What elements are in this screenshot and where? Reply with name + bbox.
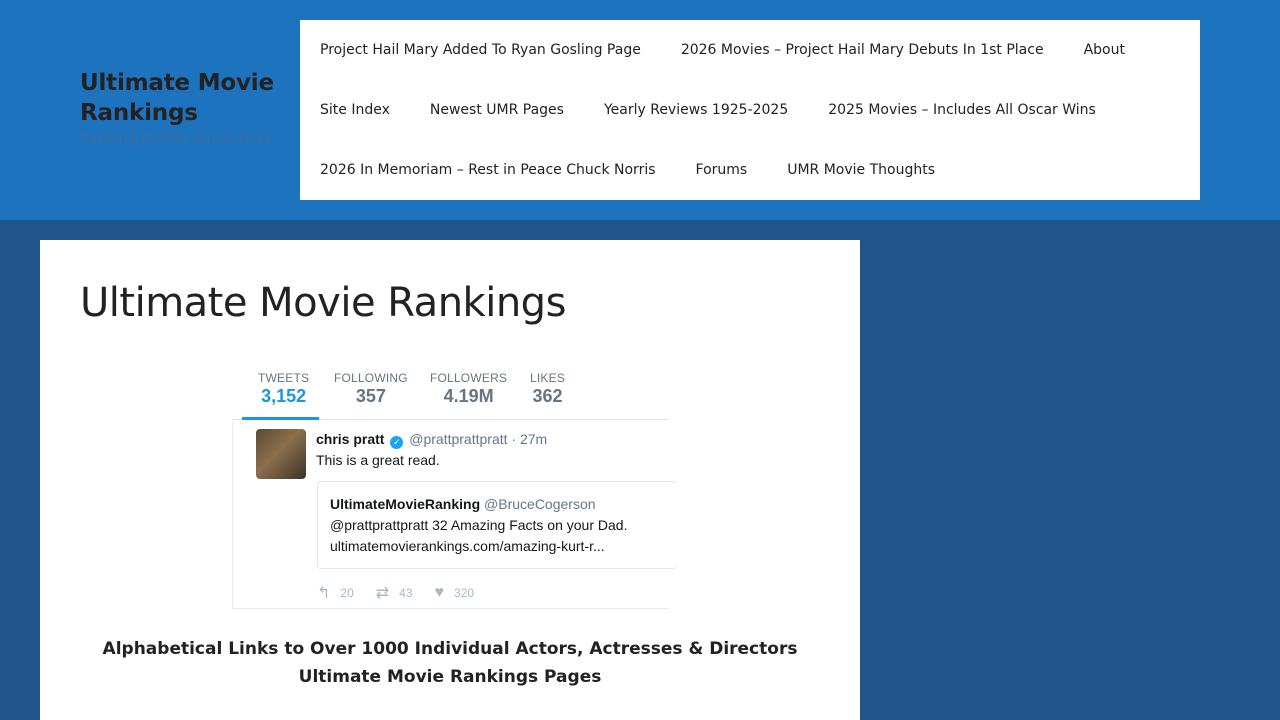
nav-item-newest-pages[interactable]: Newest UMR Pages: [430, 102, 564, 118]
verified-icon: ✓: [390, 436, 404, 449]
stat-following-label: FOLLOWING: [334, 371, 408, 385]
nav-item-yearly-reviews[interactable]: Yearly Reviews 1925-2025: [604, 102, 788, 118]
reply-count: 20: [340, 586, 354, 600]
quoted-author-name: UltimateMovieRanking: [330, 496, 481, 512]
retweet-count: 43: [399, 586, 413, 600]
quoted-tweet-header: UltimateMovieRanking @BruceCogerson: [330, 496, 596, 512]
nav-item-about[interactable]: About: [1084, 42, 1125, 58]
nav-item-site-index[interactable]: Site Index: [320, 102, 390, 118]
nav-item-in-memoriam[interactable]: 2026 In Memoriam – Rest in Peace Chuck N…: [320, 162, 656, 178]
quoted-tweet: UltimateMovieRanking @BruceCogerson @pra…: [317, 481, 677, 569]
quoted-author-handle: @BruceCogerson: [484, 496, 596, 512]
like-action: ♥ 320: [435, 583, 475, 603]
tweet-screenshot-image: TWEETS 3,152 FOLLOWING 357 FOLLOWERS 4.1…: [232, 365, 677, 610]
tweet-author-name: chris pratt: [316, 431, 385, 447]
site-header: Ultimate Movie Rankings Ranking Movies S…: [0, 0, 1280, 220]
stat-following: FOLLOWING 357: [334, 371, 408, 407]
retweet-action: ⇄ 43: [376, 583, 413, 603]
nav-row-1: Project Hail Mary Added To Ryan Gosling …: [300, 20, 1165, 80]
reply-icon: ↰: [317, 585, 331, 602]
tweet-header: chris pratt ✓ @prattprattpratt · 27m: [316, 431, 547, 449]
nav-item-2026-movies[interactable]: 2026 Movies – Project Hail Mary Debuts I…: [681, 42, 1044, 58]
heart-icon: ♥: [434, 584, 445, 601]
retweet-icon: ⇄: [375, 585, 390, 602]
stat-followers-label: FOLLOWERS: [430, 371, 508, 385]
nav-item-forums[interactable]: Forums: [696, 162, 748, 178]
stat-likes-value: 362: [532, 386, 563, 406]
tweet-text: This is a great read.: [316, 452, 440, 468]
nav-row-2: Site Index Newest UMR Pages Yearly Revie…: [300, 80, 1136, 140]
like-count: 320: [454, 586, 475, 600]
nav-item-2025-movies[interactable]: 2025 Movies – Includes All Oscar Wins: [828, 102, 1096, 118]
active-tab-underline: [242, 417, 319, 420]
site-title[interactable]: Ultimate Movie Rankings: [80, 68, 290, 128]
stat-tweets-label: TWEETS: [258, 371, 310, 385]
site-tagline: Ranking Movies Since 2011: [80, 131, 273, 147]
stat-likes-label: LIKES: [530, 371, 566, 385]
alphabetical-links-heading[interactable]: Alphabetical Links to Over 1000 Individu…: [80, 635, 820, 691]
page-title: Ultimate Movie Rankings: [80, 280, 566, 326]
avatar: [256, 429, 306, 479]
nav-item-project-hail-mary-gosling[interactable]: Project Hail Mary Added To Ryan Gosling …: [320, 42, 641, 58]
stat-followers: FOLLOWERS 4.19M: [430, 371, 507, 407]
stat-tweets-value: 3,152: [261, 386, 307, 406]
reply-action: ↰ 20: [317, 583, 354, 603]
twitter-stats-bar: TWEETS 3,152 FOLLOWING 357 FOLLOWERS 4.1…: [232, 365, 669, 420]
nav-item-movie-thoughts[interactable]: UMR Movie Thoughts: [787, 162, 935, 178]
quoted-tweet-text: @prattprattpratt 32 Amazing Facts on you…: [330, 517, 628, 533]
stat-following-value: 357: [355, 386, 386, 406]
stat-followers-value: 4.19M: [443, 386, 494, 406]
tweet-author-handle: @prattprattpratt · 27m: [409, 431, 548, 447]
tweet: chris pratt ✓ @prattprattpratt · 27m Thi…: [232, 421, 677, 609]
main-content: Ultimate Movie Rankings TWEETS 3,152 FOL…: [40, 240, 860, 720]
stat-tweets: TWEETS 3,152: [258, 371, 309, 407]
tweet-actions: ↰ 20 ⇄ 43 ♥ 320: [317, 583, 496, 603]
quoted-tweet-link: ultimatemovierankings.com/amazing-kurt-r…: [330, 538, 605, 554]
main-navigation: Project Hail Mary Added To Ryan Gosling …: [300, 20, 1200, 200]
nav-row-3: 2026 In Memoriam – Rest in Peace Chuck N…: [300, 140, 975, 200]
stat-likes: LIKES 362: [530, 371, 565, 407]
